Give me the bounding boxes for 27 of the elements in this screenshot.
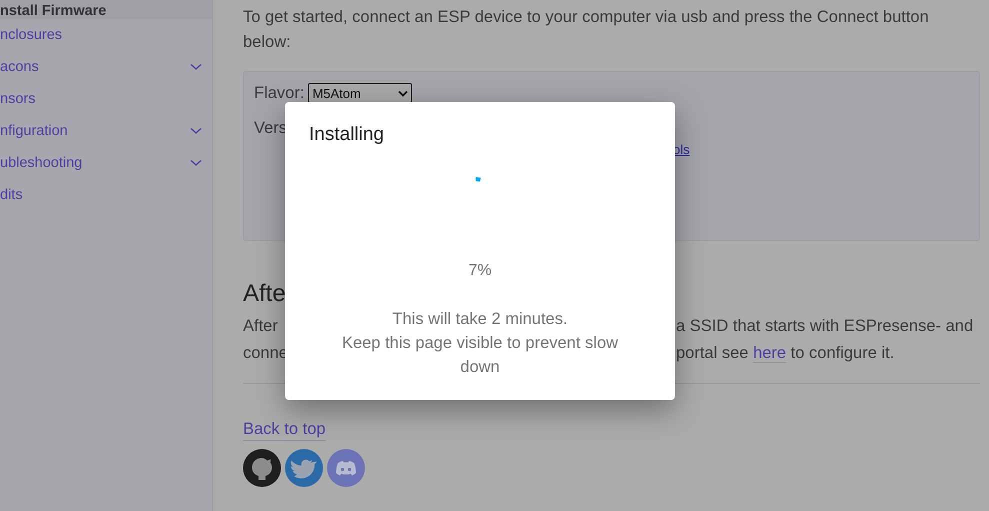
dialog-message: Keep this page visible to prevent slow down <box>340 333 620 378</box>
sidebar-item[interactable]: dits <box>0 179 212 211</box>
progress-percent: 7% <box>468 262 492 280</box>
back-to-top-link[interactable]: Back to top <box>243 418 326 441</box>
section-heading: Afte <box>243 279 287 309</box>
controller-icon[interactable] <box>327 449 365 487</box>
cat-icon[interactable] <box>243 449 281 487</box>
here-link[interactable]: here <box>753 344 786 363</box>
chevron-icon[interactable] <box>190 127 202 135</box>
sidebar-item[interactable]: ubleshooting <box>0 147 212 179</box>
spinner-icon <box>476 177 481 182</box>
flavor-select[interactable]: M5Atom <box>308 83 412 103</box>
paragraph-text: portal see here to configure it. <box>676 343 894 365</box>
intro-text: To get started, connect an ESP device to your computer via usb and press the Connect button below: <box>243 7 930 53</box>
dialog-title: Installing <box>309 123 384 147</box>
sidebar-item[interactable]: nfiguration <box>0 115 212 147</box>
sidebar-item[interactable]: nsors <box>0 83 212 115</box>
sidebar-item[interactable]: nstall Firmware <box>0 0 212 19</box>
paragraph-text: a SSID that starts with ESPresense- and <box>676 316 974 337</box>
chevron-icon[interactable] <box>190 63 202 71</box>
chevron-icon[interactable] <box>190 159 202 167</box>
chevron-icon[interactable] <box>398 90 408 96</box>
flavor-label: Flavor: <box>254 84 304 102</box>
sidebar-item[interactable]: nclosures <box>0 19 212 51</box>
paragraph-text: After <box>243 316 278 337</box>
dialog-message: This will take 2 minutes. <box>391 309 569 330</box>
sidebar-item[interactable]: acons <box>0 51 212 83</box>
